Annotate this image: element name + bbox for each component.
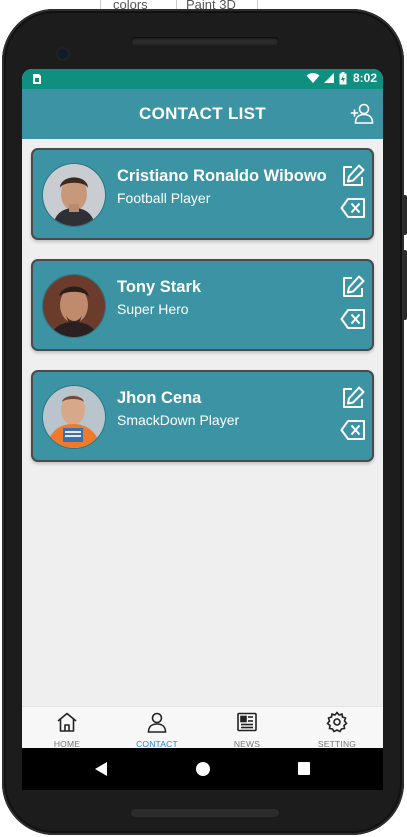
- nav-label-setting: SETTING: [317, 739, 357, 748]
- avatar: [42, 385, 106, 449]
- backspace-delete-icon[interactable]: [340, 308, 366, 330]
- phone-screen: 8:02 CONTACT LIST Cristiano Ronaldo Wibo…: [22, 69, 383, 748]
- nav-item-setting[interactable]: SETTING: [292, 707, 382, 748]
- cell-signal-icon: [323, 73, 334, 83]
- status-icons: 8:02: [306, 71, 377, 85]
- edit-icon[interactable]: [340, 385, 366, 411]
- avatar-photo: [43, 386, 105, 448]
- backspace-delete-icon[interactable]: [340, 197, 366, 219]
- system-navigation-bar: [22, 748, 383, 790]
- page-title: CONTACT LIST: [139, 104, 266, 123]
- contact-role: SmackDown Player: [117, 412, 240, 428]
- gear-icon: [326, 711, 348, 733]
- bottom-navigation: HOME CONTACT NEWS SETTING: [22, 706, 383, 748]
- back-icon[interactable]: [94, 761, 108, 777]
- edit-icon[interactable]: [340, 163, 366, 189]
- edit-icon[interactable]: [340, 274, 366, 300]
- contact-role: Football Player: [117, 190, 211, 206]
- backspace-delete-icon[interactable]: [340, 419, 366, 441]
- nav-item-home[interactable]: HOME: [22, 707, 112, 748]
- nav-label-home: HOME: [53, 739, 81, 748]
- home-icon: [57, 712, 77, 732]
- power-button[interactable]: [403, 250, 407, 320]
- nav-item-news[interactable]: NEWS: [202, 707, 292, 748]
- bottom-speaker: [131, 809, 279, 817]
- person-icon: [147, 712, 167, 733]
- contact-card[interactable]: Tony Stark Super Hero: [31, 259, 374, 351]
- earpiece-speaker: [131, 37, 279, 45]
- front-camera: [58, 49, 68, 59]
- battery-charging-icon: [339, 71, 347, 84]
- nav-label-news: NEWS: [233, 739, 261, 748]
- status-bar: 8:02: [22, 69, 383, 89]
- avatar-photo: [43, 164, 105, 226]
- newspaper-icon: [237, 712, 257, 732]
- sim-notification-icon: [33, 74, 41, 84]
- avatar: [42, 274, 106, 338]
- volume-button[interactable]: [403, 195, 407, 235]
- wifi-icon: [306, 73, 320, 83]
- add-user-icon[interactable]: [350, 101, 374, 125]
- avatar-photo: [43, 275, 105, 337]
- recents-icon[interactable]: [297, 761, 311, 777]
- nav-label-contact: CONTACT: [136, 739, 178, 748]
- contact-card[interactable]: Jhon Cena SmackDown Player: [31, 370, 374, 462]
- contact-name: Cristiano Ronaldo Wibowo: [117, 167, 327, 185]
- contact-name: Jhon Cena: [117, 389, 202, 407]
- contact-card[interactable]: Cristiano Ronaldo Wibowo Football Player: [31, 148, 374, 240]
- status-time: 8:02: [352, 71, 377, 85]
- avatar: [42, 163, 106, 227]
- home-circle-icon[interactable]: [195, 761, 211, 777]
- nav-item-contact[interactable]: CONTACT: [112, 707, 202, 748]
- contact-name: Tony Stark: [117, 278, 202, 296]
- app-bar: CONTACT LIST: [22, 89, 383, 139]
- contact-role: Super Hero: [117, 301, 189, 317]
